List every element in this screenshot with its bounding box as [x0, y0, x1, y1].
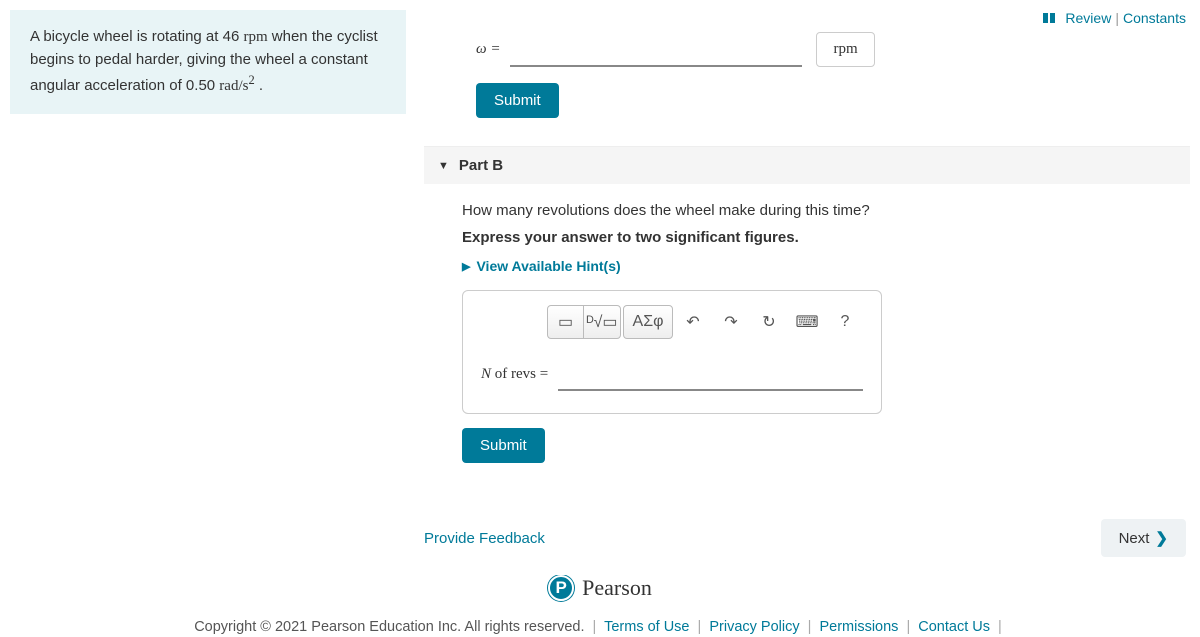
- template-tool[interactable]: ▭: [548, 306, 584, 338]
- book-icon: [1043, 13, 1055, 23]
- problem-statement: A bicycle wheel is rotating at 46 rpm wh…: [10, 10, 406, 114]
- answer-input-panel: ▭ ᴰ√▭ ΑΣφ ↶ ↷ ↻ ⌨ ? N of revs =: [462, 290, 882, 414]
- omega-input[interactable]: [510, 33, 802, 67]
- submit-button-a[interactable]: Submit: [476, 83, 559, 118]
- chevron-right-icon: ▶: [462, 260, 470, 273]
- part-b-question: How many revolutions does the wheel make…: [462, 202, 1152, 219]
- part-a-answer-row: ω = rpm: [476, 32, 1190, 67]
- contact-link[interactable]: Contact Us: [918, 619, 990, 635]
- redo-tool[interactable]: ↷: [713, 306, 749, 338]
- undo-tool[interactable]: ↶: [675, 306, 711, 338]
- constants-link[interactable]: Constants: [1123, 10, 1186, 26]
- greek-tool[interactable]: ΑΣφ: [624, 306, 672, 338]
- provide-feedback-link[interactable]: Provide Feedback: [424, 530, 545, 547]
- submit-button-b[interactable]: Submit: [462, 428, 545, 463]
- part-b-header[interactable]: ▼ Part B: [424, 146, 1190, 184]
- help-tool[interactable]: ?: [827, 306, 863, 338]
- privacy-link[interactable]: Privacy Policy: [709, 619, 799, 635]
- top-links: Review | Constants: [1043, 10, 1186, 26]
- chevron-down-icon: ▼: [438, 160, 449, 172]
- part-b-title: Part B: [459, 157, 503, 174]
- nrevs-label: N of revs =: [481, 366, 548, 383]
- unit-box[interactable]: rpm: [816, 32, 874, 67]
- view-hints-link[interactable]: ▶ View Available Hint(s): [462, 258, 1152, 274]
- radical-tool[interactable]: ᴰ√▭: [584, 306, 620, 338]
- part-b-instruction: Express your answer to two significant f…: [462, 229, 1152, 246]
- omega-label: ω =: [476, 41, 500, 58]
- pearson-logo: P Pearson: [548, 575, 652, 601]
- terms-link[interactable]: Terms of Use: [604, 619, 689, 635]
- permissions-link[interactable]: Permissions: [819, 619, 898, 635]
- review-link[interactable]: Review: [1065, 10, 1111, 26]
- equation-toolbar: ▭ ᴰ√▭ ΑΣφ ↶ ↷ ↻ ⌨ ?: [481, 305, 863, 339]
- nrevs-input[interactable]: [558, 357, 863, 391]
- pearson-badge-icon: P: [548, 575, 574, 601]
- footer-links: Copyright © 2021 Pearson Education Inc. …: [0, 619, 1200, 635]
- reset-tool[interactable]: ↻: [751, 306, 787, 338]
- keyboard-tool[interactable]: ⌨: [789, 306, 825, 338]
- next-button[interactable]: Next ❯: [1101, 519, 1186, 557]
- chevron-right-icon: ❯: [1155, 529, 1168, 547]
